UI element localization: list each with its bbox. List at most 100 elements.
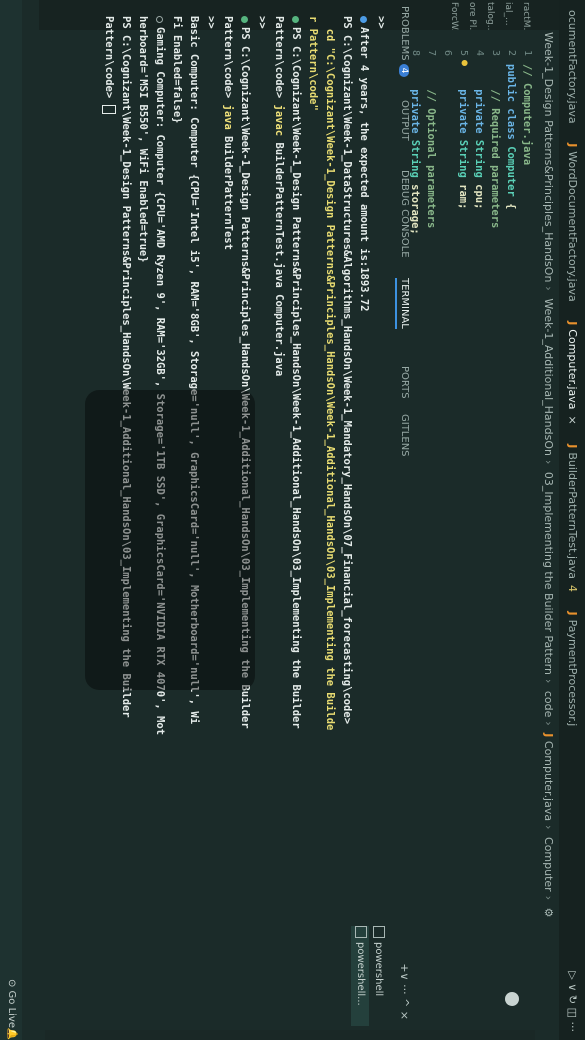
terminal-text: After 4 years, the expected amount is:18… [358,27,370,312]
code-keyword: private [473,89,485,134]
terminal-text: PS C:\Cognizant\Week-1_Design Patterns&P… [290,27,302,729]
code-comment: // Computer.java [521,64,533,166]
panel-actions[interactable]: +∨ ··· ^ × [398,963,411,1020]
line-number: 1 [522,49,533,56]
terminal-command: cd [324,28,336,42]
code-line: // Optional parameters [423,64,439,235]
terminal-cursor [102,104,116,114]
line-numbers: 1 2 3 4 5 6 7 8 [407,34,535,56]
terminal-instance-label: powershell... [355,942,366,1006]
terminal-icon [355,926,367,938]
breadcrumb-segment[interactable]: Week-1_Design Patterns&Principles_HandsO… [542,32,555,282]
terminal-line: >> [375,16,387,29]
line-number: 6 [442,49,453,56]
terminal-line: Pattern\code> javac BuilderPatternTest.j… [270,16,287,916]
breadcrumb-file[interactable]: Computer.java [542,741,555,821]
problem-count-badge: 4 [566,585,579,593]
sidebar-item[interactable]: talog... [481,0,499,30]
code-identifier: cpu; [473,184,485,210]
code-keyword: public class [505,64,517,140]
bell-icon[interactable]: 🔔 [0,1028,22,1040]
tab-output[interactable]: OUTPUT [399,100,410,141]
code-brace: { [505,203,517,210]
java-file-icon: J [566,143,579,148]
terminal-argument: "C:\Cognizant\Week-1_Design Patterns&Pri… [324,47,336,731]
terminal-line: cd "C:\Cognizant\Week-1_Design Patterns&… [321,16,338,916]
terminal-icon [373,926,385,938]
terminal-line: r Pattern\code" [307,16,319,111]
code-line: public class Computer { [503,64,519,235]
code-line: // Required parameters [487,64,503,235]
tab-computer[interactable]: J Computer.java × [566,315,585,435]
chevron-right-icon: › [542,286,555,291]
status-bar: ⊙ Go Live 🔔 [0,0,22,1040]
sidebar-item[interactable]: ForcW... [445,0,463,30]
terminal-command: javac [273,104,285,137]
tab-label: BuilderPatternTest.java [566,452,579,580]
editor-scrollbar[interactable] [45,1030,535,1040]
problems-count-badge: 4 [399,63,409,78]
chevron-right-icon: › [542,825,555,830]
command-status-icon [241,16,249,23]
sidebar-item[interactable]: ore Pl... [463,0,481,30]
gear-icon: ⚙ [542,907,555,918]
code-keyword: private [457,89,469,134]
code-identifier: ram; [457,184,469,210]
command-status-icon [156,16,164,23]
tab-worddocumentfactory[interactable]: J WordDocumentFactory.java [566,137,585,312]
tab-gitlens[interactable]: GITLENS [399,414,410,457]
tab-debug-console[interactable]: DEBUG CONSOLE [399,170,410,258]
editor-actions[interactable]: ▷ ∨ ↻ ◫ ··· [566,971,579,1032]
terminal-line: After 4 years, the expected amount is:18… [355,16,372,916]
code-type: String [457,139,469,178]
code-type: String [473,139,485,178]
account-avatar[interactable] [505,992,519,1006]
breadcrumb-segment[interactable]: Week-1_Additional_HandsOn [542,298,555,456]
tab-label: Computer.java [566,329,579,410]
breadcrumb-segment[interactable]: code [542,691,555,718]
code-comment: // Required parameters [489,89,501,229]
java-file-icon: J [542,733,555,738]
photo-glare [85,390,255,690]
tab-builderpatterntest[interactable]: J BuilderPatternTest.java 4 [566,438,585,602]
line-number: 5 [458,49,469,56]
tab-label: WordDocumentFactory.java [566,151,579,302]
line-number: 2 [506,49,517,56]
terminal-text: Pattern\code> [222,16,234,99]
terminal-text: BuilderPatternTest [222,136,234,250]
code-editor[interactable]: // Computer.java public class Computer {… [407,64,535,235]
terminal-instance-list: powershell powershell... [351,926,387,1026]
breadcrumb-symbol[interactable]: Computer [542,837,555,892]
tab-terminal[interactable]: TERMINAL [395,278,410,329]
tab-documentfactory[interactable]: ocumentFactory.java [566,0,585,134]
vscode-window: ocumentFactory.java J WordDocumentFactory… [0,0,585,1040]
terminal-line: >> [256,16,268,29]
terminal-instance[interactable]: powershell [369,926,387,1026]
terminal-line: PS C:\Cognizant\Week-1_Design Patterns&P… [287,16,304,916]
sidebar-item[interactable]: ial_... [499,0,517,30]
sidebar-item[interactable]: ractM... [517,0,535,30]
chevron-right-icon: › [542,678,555,684]
code-line: private String ram; [455,64,471,235]
panel-tab-bar: PROBLEMS4 OUTPUT DEBUG CONSOLE TERMINAL … [391,0,417,1040]
go-live-button[interactable]: ⊙ Go Live [0,979,22,1028]
tab-label: PaymentProcessor.j [566,619,579,727]
code-comment: // Optional parameters [425,89,437,229]
code-line: // Computer.java [519,64,535,235]
line-number: 4 [474,49,485,56]
breadcrumb: Week-1_Design Patterns&Principles_HandsO… [537,0,559,1040]
command-status-icon [360,16,368,23]
breadcrumb-segment[interactable]: 03_Implementing the Builder Pattern [542,472,555,675]
editor-tab-bar: ocumentFactory.java J WordDocumentFactory… [559,0,585,1040]
code-line: private String cpu; [471,64,487,235]
tab-ports[interactable]: PORTS [399,366,410,399]
terminal-prompt: Pattern\code> [103,16,115,99]
tab-paymentprocessor[interactable]: J PaymentProcessor.j [566,606,585,737]
code-classname: Computer [505,146,517,197]
close-icon[interactable]: × [566,416,579,425]
line-number: 3 [490,49,501,56]
tab-problems[interactable]: PROBLEMS 4 [399,6,410,78]
terminal-instance[interactable]: powershell... [351,926,369,1026]
tab-label: ocumentFactory.java [566,10,579,124]
